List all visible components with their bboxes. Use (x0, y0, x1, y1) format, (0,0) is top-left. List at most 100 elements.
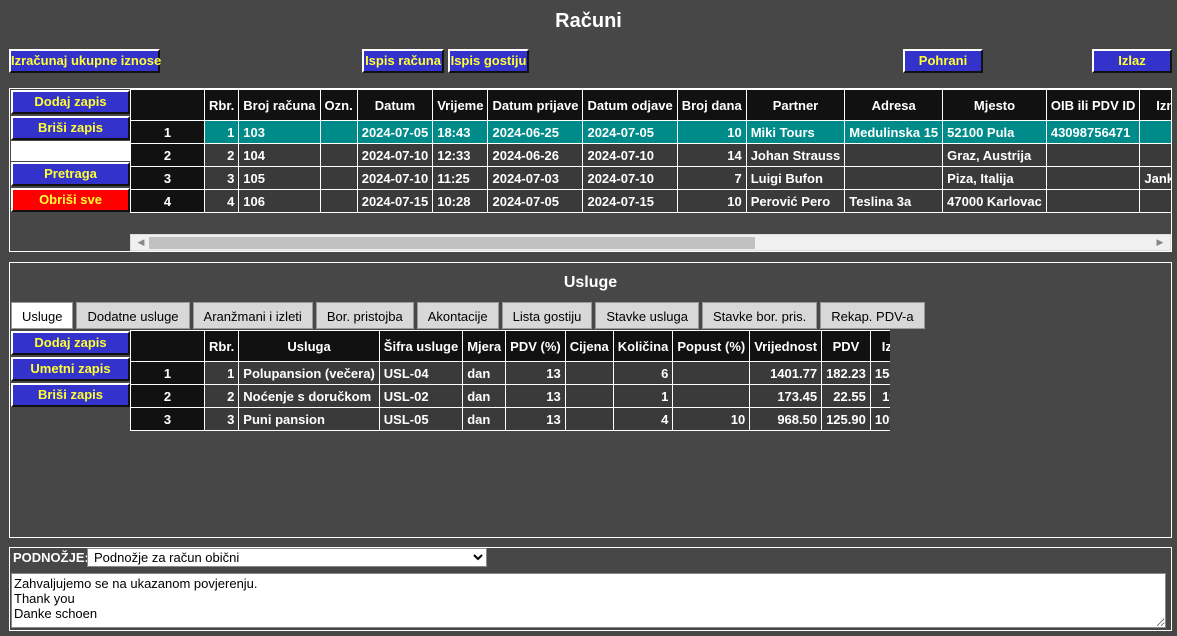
table-cell[interactable]: Piza, Italija (942, 166, 1047, 190)
services-column-header[interactable] (130, 330, 205, 362)
table-cell[interactable] (319, 120, 358, 144)
table-cell[interactable] (844, 143, 944, 167)
invoices-column-header[interactable]: OIB ili PDV ID (1045, 89, 1141, 121)
table-cell[interactable]: 7 (676, 166, 747, 190)
row-header[interactable]: 2 (130, 143, 205, 167)
table-row[interactable]: 2 2 104 2024-07-10 12:33 2024-06-26 2024-07-10… (130, 143, 1171, 167)
table-cell[interactable]: dan (462, 361, 507, 385)
table-cell[interactable] (564, 361, 614, 385)
table-cell[interactable]: Graz, Austrija (942, 143, 1047, 167)
services-column-header[interactable]: Količina (612, 330, 674, 362)
table-cell[interactable] (1139, 189, 1171, 213)
table-cell[interactable]: 22.55 (821, 384, 871, 408)
services-column-header[interactable]: Šifra usluge (378, 330, 464, 362)
save-button[interactable]: Pohrani (903, 49, 983, 73)
table-cell[interactable]: 968.50 (749, 407, 823, 431)
table-cell[interactable] (564, 384, 614, 408)
table-cell[interactable]: 1584.00 (869, 361, 890, 385)
print-invoice-button[interactable]: Ispis računa (362, 49, 444, 73)
table-cell[interactable]: 47000 Karlovac (942, 189, 1047, 213)
table-cell[interactable]: Johan Strauss (745, 143, 846, 167)
table-cell[interactable]: 2024-07-10 (582, 166, 678, 190)
table-cell[interactable] (1139, 120, 1171, 144)
table-cell[interactable]: 2024-07-15 (356, 189, 434, 213)
service-insert-button[interactable]: Umetni zapis (11, 357, 130, 381)
row-header[interactable]: 3 (130, 407, 205, 431)
table-cell[interactable]: Teslina 3a (844, 189, 944, 213)
table-cell[interactable] (672, 384, 751, 408)
table-cell[interactable]: 3 (203, 407, 240, 431)
table-cell[interactable]: 106 (238, 189, 321, 213)
invoices-column-header[interactable]: Partner (745, 89, 846, 121)
table-cell[interactable]: 13 (505, 384, 566, 408)
scroll-left-icon[interactable]: ◀ (133, 235, 149, 250)
invoice-delete-button[interactable]: Briši zapis (11, 116, 130, 140)
services-column-header[interactable]: Mjera (462, 330, 507, 362)
table-row[interactable]: 4 4 106 2024-07-15 10:28 2024-07-05 2024-07-15… (130, 189, 1171, 213)
table-cell[interactable]: 2 (203, 143, 240, 167)
table-cell[interactable]: 196.00 (869, 384, 890, 408)
table-cell[interactable]: 2024-07-05 (582, 120, 678, 144)
table-cell[interactable]: 1 (203, 120, 240, 144)
table-cell[interactable]: 13 (505, 407, 566, 431)
invoice-search-field[interactable] (11, 141, 130, 161)
invoices-column-header[interactable]: Broj računa (238, 89, 321, 121)
invoices-column-header[interactable]: Rbr. (203, 89, 240, 121)
table-cell[interactable]: 10 (676, 189, 747, 213)
table-row[interactable]: 3 3 Puni pansion USL-05 dan 13 4 10 968.50 125.90… (130, 407, 890, 431)
table-cell[interactable]: 6 (612, 361, 674, 385)
invoice-search-button[interactable]: Pretraga (11, 162, 130, 186)
table-cell[interactable]: 1 (203, 361, 240, 385)
table-cell[interactable] (1045, 189, 1141, 213)
table-cell[interactable] (672, 361, 751, 385)
invoice-add-button[interactable]: Dodaj zapis (11, 90, 130, 114)
tab-2[interactable]: Dodatne usluge (76, 302, 190, 329)
table-cell[interactable]: 10:28 (432, 189, 489, 213)
invoices-column-header[interactable]: Ozn. (319, 89, 358, 121)
footer-template-select[interactable]: Podnožje za račun obični (87, 548, 487, 567)
table-cell[interactable]: 105 (238, 166, 321, 190)
table-cell[interactable]: dan (462, 407, 507, 431)
row-header[interactable]: 4 (130, 189, 205, 213)
table-cell[interactable]: 2024-07-03 (487, 166, 584, 190)
table-cell[interactable]: 103 (238, 120, 321, 144)
invoices-column-header[interactable] (130, 89, 205, 121)
table-cell[interactable]: 2024-07-10 (356, 166, 434, 190)
services-column-header[interactable]: Rbr. (203, 330, 240, 362)
invoices-column-header[interactable]: Datum (356, 89, 434, 121)
table-cell[interactable]: Perović Pero (745, 189, 846, 213)
service-add-button[interactable]: Dodaj zapis (11, 331, 130, 355)
table-cell[interactable]: 2024-07-10 (582, 143, 678, 167)
table-cell[interactable]: USL-05 (378, 407, 464, 431)
tab-5[interactable]: Akontacije (416, 302, 499, 329)
tab-6[interactable]: Lista gostiju (501, 302, 593, 329)
table-cell[interactable] (319, 189, 358, 213)
services-column-header[interactable]: PDV (%) (505, 330, 566, 362)
table-cell[interactable]: 1094.40 (869, 407, 890, 431)
table-cell[interactable]: 43098756471 (1045, 120, 1141, 144)
table-row[interactable]: 3 3 105 2024-07-10 11:25 2024-07-03 2024-07-10… (130, 166, 1171, 190)
row-header[interactable]: 1 (130, 120, 205, 144)
row-header[interactable]: 2 (130, 384, 205, 408)
footer-text-area[interactable]: Zahvaljujemo se na ukazanom povjerenju. … (11, 573, 1166, 628)
table-cell[interactable]: 2024-06-26 (487, 143, 584, 167)
table-row[interactable]: 2 2 Noćenje s doručkom USL-02 dan 13 1 173.45 22… (130, 384, 890, 408)
table-cell[interactable]: 13 (505, 361, 566, 385)
table-cell[interactable]: Puni pansion (238, 407, 380, 431)
table-cell[interactable]: 2024-07-15 (582, 189, 678, 213)
table-cell[interactable]: 2024-06-25 (487, 120, 584, 144)
calculate-totals-button[interactable]: Izračunaj ukupne iznose (9, 49, 161, 73)
services-column-header[interactable]: Iznos (869, 330, 890, 362)
table-row[interactable]: 1 1 103 2024-07-05 18:43 2024-06-25 2024-07-05… (130, 120, 1171, 144)
table-cell[interactable]: 10 (672, 407, 751, 431)
table-cell[interactable]: 125.90 (821, 407, 871, 431)
table-cell[interactable] (319, 143, 358, 167)
table-cell[interactable]: USL-02 (378, 384, 464, 408)
table-cell[interactable]: 3 (203, 166, 240, 190)
table-cell[interactable]: Polupansion (večera) (238, 361, 380, 385)
invoices-column-header[interactable]: Iznajmljivač (1139, 89, 1171, 121)
table-cell[interactable]: 104 (238, 143, 321, 167)
table-cell[interactable]: 52100 Pula (942, 120, 1047, 144)
table-cell[interactable]: 173.45 (749, 384, 823, 408)
services-column-header[interactable]: PDV (821, 330, 871, 362)
